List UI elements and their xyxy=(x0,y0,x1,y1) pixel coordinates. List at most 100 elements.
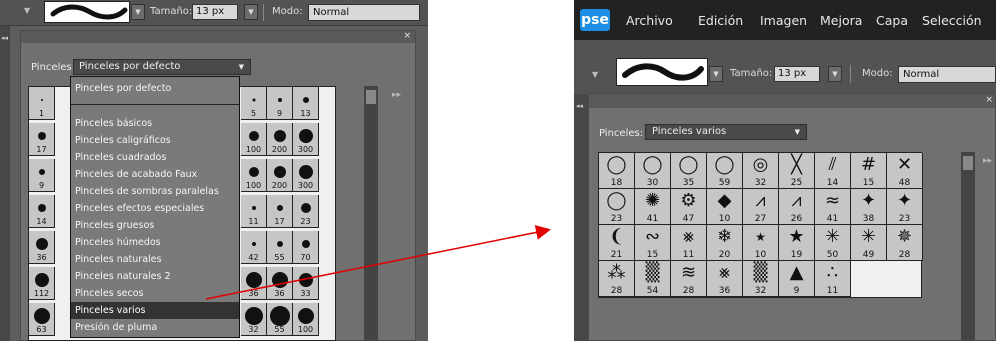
dropdown-item[interactable]: Presión de pluma xyxy=(71,319,239,336)
brush-cell[interactable]: 55 xyxy=(267,303,293,336)
brush-cell[interactable]: 36 xyxy=(29,231,55,264)
close-icon[interactable]: × xyxy=(403,31,411,41)
brush-cell[interactable]: ◯ 30 xyxy=(635,153,671,189)
collapse-icon[interactable]: ◂◂ xyxy=(576,102,583,110)
brush-cell[interactable]: ◯ 59 xyxy=(707,153,743,189)
menu-archivo[interactable]: Archivo xyxy=(626,13,673,28)
brush-cell[interactable]: 36 xyxy=(241,267,267,300)
menu-capa[interactable]: Capa xyxy=(876,13,908,28)
brush-cell[interactable]: 23 xyxy=(293,195,319,228)
brush-cell[interactable]: ∾ 15 xyxy=(635,225,671,261)
brush-cell[interactable]: ◯ 18 xyxy=(599,153,635,189)
brush-cell[interactable]: ◯ 35 xyxy=(671,153,707,189)
brush-cell[interactable]: 17 xyxy=(29,123,55,156)
brush-cell[interactable]: ◆ 10 xyxy=(707,189,743,225)
collapse-icon[interactable]: ◂◂ xyxy=(1,34,8,42)
brush-cell[interactable]: ⫽ 14 xyxy=(815,153,851,189)
dropdown-item[interactable]: Pinceles de sombras paralelas xyxy=(71,183,239,200)
dropdown-item[interactable]: Pinceles básicos xyxy=(71,115,239,132)
brush-cell[interactable]: 55 xyxy=(267,231,293,264)
brush-stroke-dropdown-icon[interactable]: ▼ xyxy=(131,4,145,20)
dropdown-item[interactable]: Pinceles efectos especiales xyxy=(71,200,239,217)
brush-cell[interactable]: 36 xyxy=(267,267,293,300)
brush-cell[interactable]: ❨ 21 xyxy=(599,225,635,261)
scroll-thumb[interactable] xyxy=(366,90,376,104)
size-dropdown-icon[interactable]: ▼ xyxy=(244,4,258,20)
menu-imagen[interactable]: Imagen xyxy=(760,13,807,28)
brush-set-select[interactable]: Pinceles varios ▼ xyxy=(645,124,807,140)
brush-stroke-dropdown-icon[interactable]: ▼ xyxy=(709,66,723,82)
tool-preset-arrow-icon[interactable]: ▼ xyxy=(592,70,598,79)
brush-cell[interactable]: ✳ 49 xyxy=(851,225,887,261)
mode-select[interactable]: Normal xyxy=(898,66,996,83)
dropdown-item[interactable]: Pinceles naturales xyxy=(71,251,239,268)
dropdown-item[interactable]: Pinceles gruesos xyxy=(71,217,239,234)
size-dropdown-icon[interactable]: ▼ xyxy=(828,66,842,82)
brush-cell[interactable]: ⩘ 27 xyxy=(743,189,779,225)
brush-set-select[interactable]: Pinceles por defecto ▼ xyxy=(73,59,251,75)
brush-cell[interactable]: 5 xyxy=(241,87,267,120)
menu-mejora[interactable]: Mejora xyxy=(820,13,862,28)
brush-cell[interactable]: ✦ 23 xyxy=(887,189,923,225)
brush-cell[interactable]: ⨳ 11 xyxy=(671,225,707,261)
brush-cell[interactable]: ▒ 32 xyxy=(743,261,779,297)
brush-cell[interactable]: ⚙ 47 xyxy=(671,189,707,225)
close-icon[interactable]: × xyxy=(985,95,993,105)
brush-cell[interactable]: ✵ 28 xyxy=(887,225,923,261)
size-input[interactable]: 13 px xyxy=(192,4,238,20)
panel-menu-icon[interactable]: ▸▸ xyxy=(983,156,992,166)
dropdown-item[interactable]: Pinceles de acabado Faux xyxy=(71,166,239,183)
brush-cell[interactable]: 200 xyxy=(267,123,293,156)
brush-cell[interactable]: ╳ 25 xyxy=(779,153,815,189)
brush-cell[interactable]: 63 xyxy=(29,303,55,336)
menu-seleccion[interactable]: Selección xyxy=(922,13,982,28)
brush-cell[interactable]: ✳ 50 xyxy=(815,225,851,261)
dropdown-item[interactable]: Pinceles naturales 2 xyxy=(71,268,239,285)
brush-cell[interactable]: 9 xyxy=(29,159,55,192)
brush-cell[interactable]: ★ 19 xyxy=(779,225,815,261)
brush-cell[interactable]: #15 xyxy=(851,153,887,189)
brush-cell[interactable]: 200 xyxy=(267,159,293,192)
dropdown-item[interactable]: Pinceles caligráficos xyxy=(71,132,239,149)
brush-cell[interactable]: 100 xyxy=(241,123,267,156)
brush-cell[interactable]: 70 xyxy=(293,231,319,264)
brush-cell[interactable]: 13 xyxy=(293,87,319,120)
brush-cell[interactable]: 9 xyxy=(267,87,293,120)
brush-cell[interactable]: 1 xyxy=(29,87,55,120)
brush-cell[interactable]: 300 xyxy=(293,159,319,192)
brush-stroke-preview[interactable] xyxy=(616,58,708,86)
brush-cell[interactable]: 100 xyxy=(293,303,319,336)
menu-edicion[interactable]: Edición xyxy=(698,13,743,28)
brush-cell[interactable]: 33 xyxy=(293,267,319,300)
brush-cell[interactable]: ⨳ 36 xyxy=(707,261,743,297)
brush-cell[interactable]: 32 xyxy=(241,303,267,336)
brush-cell[interactable]: 14 xyxy=(29,195,55,228)
scroll-thumb[interactable] xyxy=(963,156,973,170)
brush-cell[interactable]: ◯ 23 xyxy=(599,189,635,225)
brush-cell[interactable]: ▒ 54 xyxy=(635,261,671,297)
brush-cell[interactable]: ⩘ 26 xyxy=(779,189,815,225)
dropdown-item[interactable]: Pinceles varios xyxy=(71,302,239,319)
mode-select[interactable]: Normal xyxy=(308,4,420,21)
tool-preset-arrow-icon[interactable]: ▼ xyxy=(24,6,30,15)
brush-cell[interactable]: ◎ 32 xyxy=(743,153,779,189)
dropdown-item[interactable]: Pinceles húmedos xyxy=(71,234,239,251)
dropdown-item[interactable]: Pinceles por defecto xyxy=(71,80,239,97)
brush-cell[interactable]: ≈41 xyxy=(815,189,851,225)
dropdown-item[interactable]: Pinceles secos xyxy=(71,285,239,302)
brush-cell[interactable]: ★ 10 xyxy=(743,225,779,261)
brush-grid-scrollbar[interactable] xyxy=(961,152,975,341)
brush-stroke-preview[interactable] xyxy=(44,1,130,23)
brush-cell[interactable]: 42 xyxy=(241,231,267,264)
brush-grid-scrollbar[interactable] xyxy=(364,86,378,341)
brush-cell[interactable]: ✺ 41 xyxy=(635,189,671,225)
brush-cell[interactable]: ∴ 11 xyxy=(815,261,851,297)
brush-cell[interactable]: ✕ 48 xyxy=(887,153,923,189)
brush-cell[interactable]: ▲ 9 xyxy=(779,261,815,297)
brush-cell[interactable]: ≋ 28 xyxy=(671,261,707,297)
brush-cell[interactable]: ⁂ 28 xyxy=(599,261,635,297)
brush-cell[interactable]: ✦ 38 xyxy=(851,189,887,225)
brush-cell[interactable]: 11 xyxy=(241,195,267,228)
brush-cell[interactable]: 112 xyxy=(29,267,55,300)
dropdown-item[interactable]: Pinceles cuadrados xyxy=(71,149,239,166)
